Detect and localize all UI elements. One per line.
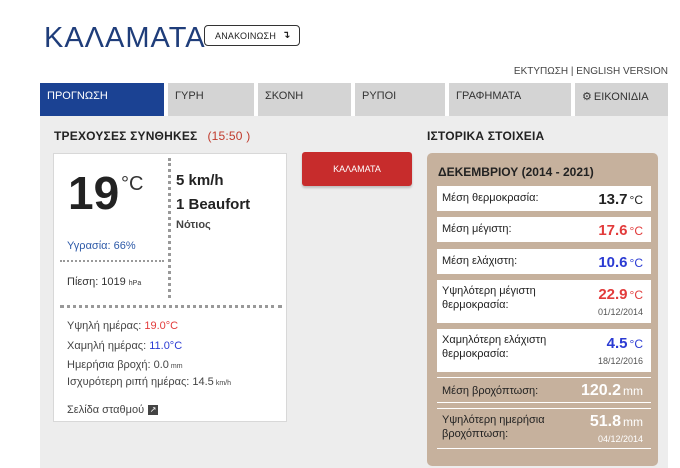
rain-unit: mm bbox=[170, 363, 183, 370]
city-select-button[interactable]: ΚΑΛΑΜΑΤΑ bbox=[302, 152, 412, 186]
history-value: 13.7 °C bbox=[598, 191, 643, 208]
unit: mm bbox=[623, 384, 643, 398]
daily-high-label: Υψηλή ημέρας: bbox=[67, 320, 145, 332]
unit: °C bbox=[629, 288, 643, 302]
history-date: 04/12/2014 bbox=[597, 434, 643, 444]
history-value: 10.6 °C bbox=[598, 254, 643, 271]
daily-high: Υψηλή ημέρας: 19.0°C bbox=[67, 320, 178, 332]
current-conditions-title: ΤΡΕΧΟΥΣΕΣ ΣΥΝΘΗΚΕΣ bbox=[54, 129, 198, 143]
history-value: 51.8 mm bbox=[590, 413, 643, 431]
print-link[interactable]: ΕΚΤΥΠΩΣΗ bbox=[514, 66, 568, 77]
divider bbox=[60, 305, 282, 308]
history-value: 120.2 mm bbox=[581, 382, 643, 400]
history-row: Μέση βροχόπτωση: 120.2 mm bbox=[437, 377, 651, 403]
gear-icon: ⚙ bbox=[582, 91, 592, 103]
mean-temp-value: 13.7 bbox=[598, 191, 628, 208]
external-link-icon: ↗ bbox=[148, 405, 159, 415]
history-label: Μέση ελάχιστη: bbox=[442, 255, 518, 267]
history-row: Μέση μέγιστη: 17.6 °C bbox=[437, 217, 651, 242]
history-date: 18/12/2016 bbox=[597, 356, 643, 366]
max-gust-value: Ισχυρότερη ριπή ημέρας: 14.5 bbox=[67, 376, 214, 388]
history-value: 17.6 °C bbox=[598, 222, 643, 239]
lowest-min-value: 4.5 bbox=[606, 335, 628, 352]
announcement-label: ΑΝΑΚΟΙΝΩΣΗ bbox=[215, 30, 277, 41]
daily-max-gust: Ισχυρότερη ριπή ημέρας: 14.5 km/h bbox=[67, 376, 231, 388]
unit: °C bbox=[629, 256, 643, 270]
tab-icons[interactable]: ⚙ ΕΙΚΟΝΙΔΙΑ bbox=[575, 83, 668, 116]
pressure-value: Πίεση: 1019 bbox=[67, 276, 126, 288]
unit: °C bbox=[629, 337, 643, 351]
announcement-button[interactable]: ΑΝΑΚΟΙΝΩΣΗ ↴ bbox=[204, 25, 300, 46]
tab-label: ΡΥΠΟΙ bbox=[362, 90, 397, 102]
max-daily-rain-value: 51.8 bbox=[589, 413, 621, 430]
mean-min-value: 10.6 bbox=[598, 254, 628, 271]
tab-label: ΓΥΡΗ bbox=[175, 90, 204, 102]
wind-speed: 5 km/h bbox=[176, 172, 224, 189]
daily-high-value: 19.0°C bbox=[144, 320, 179, 332]
english-version-link[interactable]: ENGLISH VERSION bbox=[576, 66, 668, 77]
mean-rain-value: 120.2 bbox=[580, 382, 621, 399]
station-link-label: Σελίδα σταθμού bbox=[67, 404, 145, 416]
daily-rain: Ημερήσια βροχή: 0.0 mm bbox=[67, 359, 183, 371]
page-title: ΚΑΛΑΜΑΤΑ bbox=[44, 22, 206, 54]
history-value: 4.5 °C bbox=[607, 335, 643, 352]
history-row: Υψηλότερη ημερήσια βροχόπτωση: 51.8 mm 04… bbox=[437, 408, 651, 449]
tab-label: ΣΚΟΝΗ bbox=[265, 90, 304, 102]
pressure: Πίεση: 1019 hPa bbox=[67, 276, 141, 288]
history-row: Υψηλότερη μέγιστη θερμοκρασία: 22.9 °C 01… bbox=[437, 280, 651, 323]
unit: mm bbox=[623, 415, 643, 429]
history-value: 22.9 °C bbox=[598, 286, 643, 303]
tab-pollutants[interactable]: ΡΥΠΟΙ bbox=[355, 83, 445, 116]
highest-max-value: 22.9 bbox=[598, 286, 628, 303]
top-links: ΕΚΤΥΠΩΣΗ | ENGLISH VERSION bbox=[514, 66, 668, 77]
tab-pollen[interactable]: ΓΥΡΗ bbox=[168, 83, 254, 116]
current-conditions-panel: 19 °C 5 km/h 1 Beaufort Νότιος Υγρασία: … bbox=[53, 153, 287, 422]
history-period: ΔΕΚΕΜΒΡΙΟΥ (2014 - 2021) bbox=[438, 165, 594, 179]
station-page-link[interactable]: Σελίδα σταθμού ↗ bbox=[67, 404, 159, 416]
daily-low: Χαμηλή ημέρας: 11.0°C bbox=[67, 340, 182, 352]
tab-label: ΓΡΑΦΗΜΑΤΑ bbox=[456, 90, 522, 102]
tab-forecast[interactable]: ΠΡΟΓΝΩΣΗ bbox=[40, 83, 164, 116]
history-label: Μέση μέγιστη: bbox=[442, 223, 512, 235]
tab-dust[interactable]: ΣΚΟΝΗ bbox=[258, 83, 351, 116]
mean-max-value: 17.6 bbox=[598, 222, 628, 239]
history-label: Μέση θερμοκρασία: bbox=[442, 192, 539, 204]
tab-charts[interactable]: ΓΡΑΦΗΜΑΤΑ bbox=[449, 83, 571, 116]
daily-rain-value: Ημερήσια βροχή: 0.0 bbox=[67, 359, 169, 371]
divider bbox=[60, 260, 164, 262]
current-temperature: 19 bbox=[68, 167, 120, 219]
wind-direction: Νότιος bbox=[176, 219, 211, 231]
history-row: Μέση θερμοκρασία: 13.7 °C bbox=[437, 186, 651, 211]
link-separator: | bbox=[570, 66, 574, 77]
current-conditions-heading: ΤΡΕΧΟΥΣΕΣ ΣΥΝΘΗΚΕΣ (15:50 ) bbox=[54, 129, 250, 143]
temperature-unit: °C bbox=[121, 173, 144, 195]
vertical-divider bbox=[168, 158, 171, 298]
humidity: Υγρασία: 66% bbox=[67, 240, 136, 252]
history-label: Μέση βροχόπτωση: bbox=[442, 385, 539, 397]
gust-unit: km/h bbox=[215, 380, 231, 387]
history-label: Υψηλότερη ημερήσια βροχόπτωση: bbox=[442, 414, 545, 440]
history-row: Χαμηλότερη ελάχιστη θερμοκρασία: 4.5 °C 1… bbox=[437, 329, 651, 372]
tab-label: ΠΡΟΓΝΩΣΗ bbox=[47, 90, 108, 102]
unit: °C bbox=[629, 193, 643, 207]
observation-time: (15:50 ) bbox=[207, 129, 251, 143]
history-heading: ΙΣΤΟΡΙΚΑ ΣΤΟΙΧΕΙΑ bbox=[427, 129, 545, 143]
tab-label: ΕΙΚΟΝΙΔΙΑ bbox=[593, 91, 649, 103]
daily-low-label: Χαμηλή ημέρας: bbox=[67, 340, 150, 352]
history-label: Υψηλότερη μέγιστη θερμοκρασία: bbox=[442, 285, 536, 311]
history-date: 01/12/2014 bbox=[597, 307, 643, 317]
wind-beaufort: 1 Beaufort bbox=[176, 196, 251, 213]
daily-low-value: 11.0°C bbox=[149, 340, 183, 352]
history-label: Χαμηλότερη ελάχιστη θερμοκρασία: bbox=[442, 334, 547, 360]
history-panel: ΔΕΚΕΜΒΡΙΟΥ (2014 - 2021) Μέση θερμοκρασί… bbox=[427, 153, 658, 466]
pressure-unit: hPa bbox=[128, 280, 142, 287]
tab-bar: ΠΡΟΓΝΩΣΗ ΓΥΡΗ ΣΚΟΝΗ ΡΥΠΟΙ ΓΡΑΦΗΜΑΤΑ ⚙ ΕΙΚ… bbox=[40, 83, 668, 116]
unit: °C bbox=[629, 224, 643, 238]
history-row: Μέση ελάχιστη: 10.6 °C bbox=[437, 249, 651, 274]
arrow-down-icon: ↴ bbox=[282, 30, 291, 41]
